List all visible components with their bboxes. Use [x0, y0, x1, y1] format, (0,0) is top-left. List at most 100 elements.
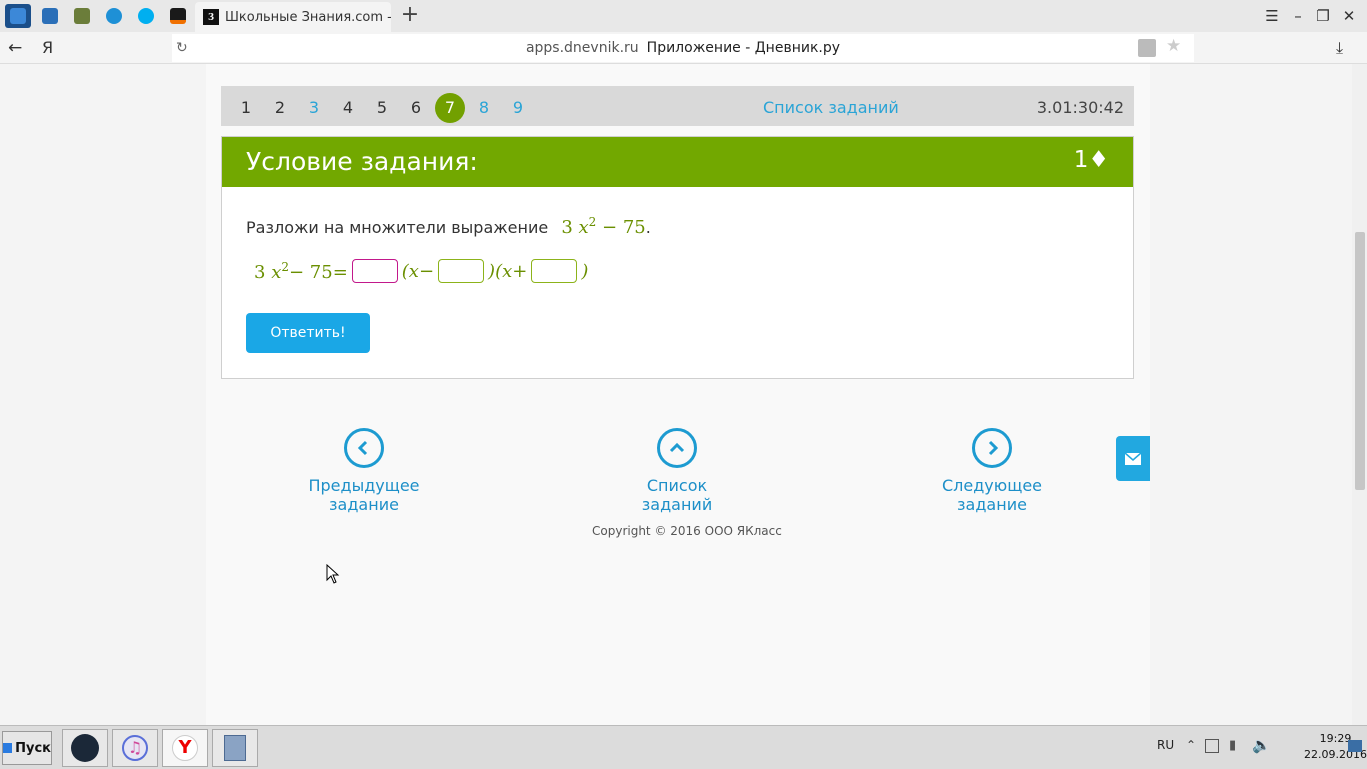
lock-icon[interactable] [1138, 39, 1156, 57]
taskbar-itunes[interactable]: ♫ [112, 729, 158, 767]
next-task-link[interactable]: Следующее задание [910, 428, 1074, 514]
battery-icon[interactable] [1205, 739, 1219, 753]
skype-icon [138, 8, 154, 24]
prompt-period: . [645, 218, 651, 237]
submit-answer-button[interactable]: Ответить! [246, 313, 370, 353]
download-icon[interactable]: ⤓ [1336, 38, 1343, 58]
pinned-tab-6[interactable] [165, 4, 191, 28]
timer: 3.01:30:42 [1036, 98, 1124, 117]
url-field[interactable]: apps.dnevnik.ru Приложение - Дневник.ру [172, 34, 1194, 62]
expr-rest: − 75 [602, 217, 646, 238]
itunes-icon: ♫ [122, 735, 148, 761]
app-icon [170, 8, 186, 24]
taskbar-yandex-browser[interactable]: Y [162, 729, 208, 767]
hand-icon [10, 8, 26, 24]
minimize-button[interactable]: – [1288, 6, 1308, 26]
eq-middle-paren: )(x+ [488, 260, 528, 282]
tab-title: Школьные Знания.com - Ре [225, 9, 391, 25]
start-label: Пуск [15, 740, 51, 756]
browser-tab-bar: З Школьные Знания.com - Ре + ☰ – ❐ ✕ [0, 0, 1367, 32]
answer-field-minus[interactable] [438, 259, 485, 283]
task-list-bottom-link[interactable]: Список заданий [612, 428, 742, 514]
scrollbar-thumb[interactable] [1355, 232, 1365, 490]
task-card-header: Условие задания: 1♦ [222, 137, 1133, 187]
answer-field-plus[interactable] [531, 259, 578, 283]
url-domain: apps.dnevnik.ru [525, 40, 639, 56]
feedback-mail-button[interactable] [1116, 436, 1150, 481]
prev-task-label: Предыдущее задание [308, 476, 420, 514]
task-list-label: Список заданий [641, 476, 713, 514]
cube-icon [74, 8, 90, 24]
back-icon[interactable]: ← [8, 38, 22, 58]
page-viewport: 1 2 3 4 5 6 7 8 9 Список заданий 3.01:30… [0, 64, 1367, 725]
prompt-text: Разложи на множители выражение [246, 218, 549, 237]
task-card: Условие задания: 1♦ Разложи на множители… [221, 136, 1134, 379]
active-tab[interactable]: З Школьные Знания.com - Ре [195, 2, 391, 32]
eq-pow: 2 [281, 259, 289, 274]
mouse-cursor [326, 563, 340, 588]
eq-coef: 3 [254, 261, 266, 283]
yandex-browser-icon: Y [172, 735, 198, 761]
expr-pow: 2 [588, 215, 597, 229]
expr-coef: 3 [561, 217, 573, 238]
task-list-link[interactable]: Список заданий [763, 98, 899, 117]
question-3[interactable]: 3 [299, 93, 329, 123]
pinned-tab-5[interactable] [133, 4, 159, 28]
prompt-expression: 3 x2 − 75 [561, 215, 646, 238]
task-points: 1♦ [1073, 147, 1109, 173]
restore-button[interactable]: ❐ [1313, 6, 1333, 26]
prev-task-link[interactable]: Предыдущее задание [279, 428, 449, 514]
eq-open-paren: (x− [401, 260, 435, 282]
answer-equation: 3 x2− 75= (x− )(x+ ) [254, 259, 588, 283]
close-button[interactable]: ✕ [1339, 6, 1359, 26]
steam-icon [71, 734, 99, 762]
network-icon[interactable]: ▮ [1229, 738, 1236, 753]
expr-var: x [578, 217, 589, 238]
bookmark-star-icon[interactable]: ★ [1166, 36, 1181, 56]
show-desktop-icon[interactable] [1348, 740, 1362, 752]
chevron-up-icon [657, 428, 697, 468]
yandex-logo[interactable]: Я [42, 38, 53, 57]
new-tab-button[interactable]: + [398, 4, 422, 28]
question-8[interactable]: 8 [469, 93, 499, 123]
chevron-left-icon [344, 428, 384, 468]
eq-var: x [271, 261, 282, 283]
volume-icon[interactable]: 🔈 [1252, 736, 1271, 754]
equation-left: 3 x2− 75= [254, 260, 348, 283]
envelope-icon [1124, 451, 1142, 465]
taskbar-calculator[interactable] [212, 729, 258, 767]
task-prompt: Разложи на множители выражение 3 x2 − 75… [246, 215, 651, 238]
pinned-tab-1[interactable] [5, 4, 31, 28]
taskbar-steam[interactable] [62, 729, 108, 767]
question-9[interactable]: 9 [503, 93, 533, 123]
question-6[interactable]: 6 [401, 93, 431, 123]
mail-at-icon [106, 8, 122, 24]
language-indicator[interactable]: RU [1157, 738, 1174, 752]
next-task-label: Следующее задание [942, 476, 1042, 514]
eq-close-paren: ) [581, 260, 589, 282]
question-1[interactable]: 1 [231, 93, 261, 123]
pinned-tab-4[interactable] [101, 4, 127, 28]
reload-icon[interactable]: ↻ [176, 40, 188, 56]
eq-rest: − 75= [288, 261, 348, 283]
chevron-right-icon [972, 428, 1012, 468]
pinned-tab-2[interactable] [37, 4, 63, 28]
url-page-title: Приложение - Дневник.ру [646, 40, 841, 56]
question-7-current[interactable]: 7 [435, 93, 465, 123]
vertical-scrollbar[interactable] [1352, 64, 1367, 725]
calculator-icon [224, 735, 246, 761]
question-5[interactable]: 5 [367, 93, 397, 123]
pinned-tab-3[interactable] [69, 4, 95, 28]
start-button[interactable]: Пуск [2, 731, 52, 765]
tray-expand-icon[interactable]: ⌃ [1186, 738, 1196, 752]
os-taskbar: Пуск ♫ Y RU ⌃ ▮ 🔈 19:29 22.09.2016 [0, 725, 1367, 769]
question-4[interactable]: 4 [333, 93, 363, 123]
question-navigation: 1 2 3 4 5 6 7 8 9 Список заданий 3.01:30… [221, 86, 1134, 126]
menu-icon[interactable]: ☰ [1262, 6, 1282, 26]
tab-favicon: З [203, 9, 219, 25]
answer-field-coefficient[interactable] [351, 259, 398, 283]
task-title: Условие задания: [246, 147, 478, 176]
address-bar: ← Я ↻ apps.dnevnik.ru Приложение - Дневни… [0, 32, 1367, 64]
copyright: Copyright © 2016 ООО ЯКласс [592, 524, 782, 538]
question-2[interactable]: 2 [265, 93, 295, 123]
